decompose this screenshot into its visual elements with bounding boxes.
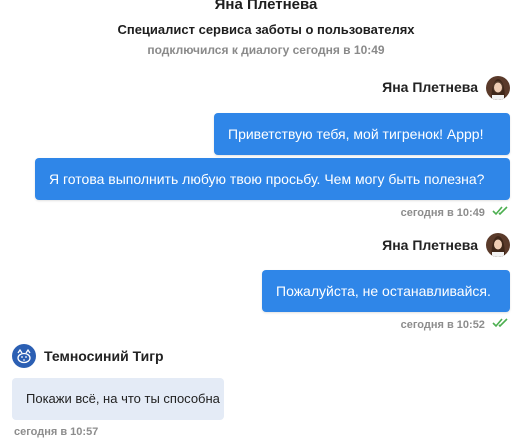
sender-name: Яна Плетнева xyxy=(382,237,478,253)
message-time: сегодня в 10:57 xyxy=(14,426,99,438)
agent-avatar[interactable] xyxy=(486,76,510,100)
agent-name-title: Яна Плетнева xyxy=(214,0,318,13)
agent-avatar[interactable] xyxy=(486,233,510,257)
connection-status: подключился к диалогу сегодня в 10:49 xyxy=(147,43,385,57)
agent-avatar-image xyxy=(486,233,510,257)
message-meta: сегодня в 10:52 xyxy=(401,318,510,331)
message-time: сегодня в 10:52 xyxy=(400,319,485,331)
sender-name: Темносиний Тигр xyxy=(44,348,164,364)
message-bubble[interactable]: Я готова выполнить любую твою просьбу. Ч… xyxy=(35,158,510,200)
message-time: сегодня в 10:49 xyxy=(400,207,485,219)
message-bubble[interactable]: Покажи всё, на что ты способна xyxy=(12,378,224,420)
sender-name: Яна Плетнева xyxy=(382,79,478,95)
message-meta: сегодня в 10:49 xyxy=(401,206,510,219)
agent-avatar-image xyxy=(486,76,510,100)
double-check-icon xyxy=(492,206,508,216)
message-bubble[interactable]: Пожалуйста, не останавливайся. xyxy=(262,270,510,312)
user-avatar-tiger-icon xyxy=(12,344,36,368)
agent-role: Специалист сервиса заботы о пользователя… xyxy=(117,22,415,37)
user-avatar[interactable] xyxy=(12,344,36,368)
double-check-icon xyxy=(492,318,508,328)
message-bubble[interactable]: Приветствую тебя, мой тигренок! Аррр! xyxy=(214,113,510,155)
